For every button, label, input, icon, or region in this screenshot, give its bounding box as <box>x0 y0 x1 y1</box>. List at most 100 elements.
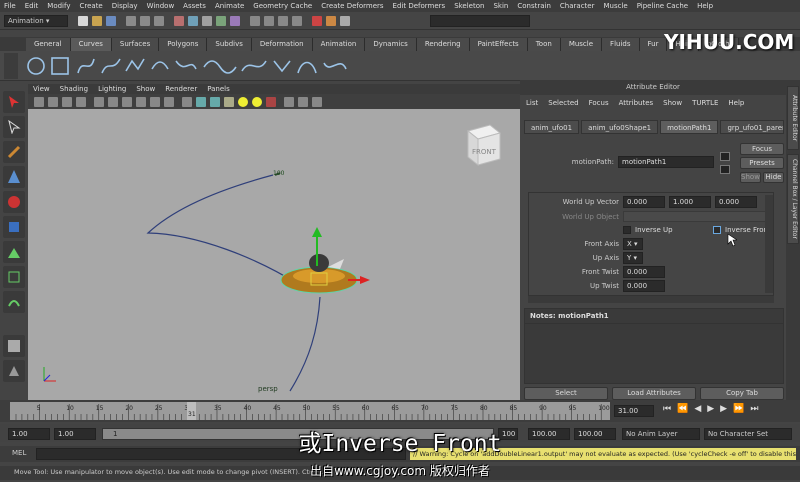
select-hierarchy-icon[interactable] <box>126 15 136 26</box>
menu-modify[interactable]: Modify <box>47 0 70 12</box>
shelf-tab-animation[interactable]: Animation <box>312 37 366 51</box>
inverse-front-checkbox[interactable] <box>713 226 721 234</box>
current-frame-field[interactable]: 31.00 <box>614 405 654 417</box>
selection-mask-4-icon[interactable] <box>216 15 226 26</box>
menu-geometry-cache[interactable]: Geometry Cache <box>253 0 312 12</box>
go-to-end-icon[interactable]: ⏭ <box>750 404 758 414</box>
snap-plane-icon[interactable] <box>292 15 302 26</box>
select-tool-icon[interactable] <box>3 91 25 113</box>
shelf-tab-fluids[interactable]: Fluids <box>602 37 640 51</box>
time-slider[interactable]: 5101520253035404550556065707580859095100… <box>0 400 800 422</box>
layout-graph-icon[interactable] <box>3 360 25 382</box>
shelf-tab-subdivs[interactable]: Subdivs <box>207 37 252 51</box>
tab-anim-ufo0shape1[interactable]: anim_ufo0Shape1 <box>581 120 659 134</box>
safe-title-icon[interactable] <box>164 96 174 107</box>
ae-menu-selected[interactable]: Selected <box>548 95 578 111</box>
tab-motionpath1[interactable]: motionPath1 <box>660 120 719 134</box>
menu-create[interactable]: Create <box>79 0 102 12</box>
snap-curve-icon[interactable] <box>264 15 274 26</box>
shelf-tab-muscle[interactable]: Muscle <box>560 37 603 51</box>
notes-panel[interactable]: Notes: motionPath1 <box>524 308 784 384</box>
range-slider-end-label[interactable]: 100 <box>498 428 518 440</box>
menu-constrain[interactable]: Constrain <box>517 0 551 12</box>
shadows-icon[interactable] <box>252 96 262 107</box>
curve-tools-icons[interactable] <box>26 53 366 79</box>
load-attributes-button[interactable]: Load Attributes <box>612 387 696 400</box>
playback-end-field[interactable]: 100.00 <box>528 428 570 440</box>
shelf-tab-surfaces[interactable]: Surfaces <box>111 37 160 51</box>
menu-window[interactable]: Window <box>147 0 175 12</box>
scale-tool-icon[interactable] <box>3 216 25 238</box>
prev-key-icon[interactable]: ◀ <box>694 404 701 414</box>
shelf-tab-dynamics[interactable]: Dynamics <box>365 37 417 51</box>
ipr-render-icon[interactable] <box>326 15 336 26</box>
range-slider[interactable]: 1 <box>102 428 494 440</box>
panel-menu-panels[interactable]: Panels <box>207 84 230 94</box>
world-up-vector-x[interactable]: 0.000 <box>623 196 665 208</box>
film-gate-icon[interactable] <box>108 96 118 107</box>
playback-start-field[interactable]: 1.00 <box>54 428 96 440</box>
bookmark-icon[interactable] <box>62 96 72 107</box>
menu-pipeline-cache[interactable]: Pipeline Cache <box>637 0 688 12</box>
tab-grp-ufo01-parentc[interactable]: grp_ufo01_parentC <box>720 120 784 134</box>
panel-menu-renderer[interactable]: Renderer <box>165 84 197 94</box>
grid-icon[interactable] <box>94 96 104 107</box>
menu-create-deformers[interactable]: Create Deformers <box>321 0 383 12</box>
menu-skin[interactable]: Skin <box>493 0 508 12</box>
snap-grid-icon[interactable] <box>250 15 260 26</box>
step-back-icon[interactable]: ⏪ <box>677 404 688 414</box>
step-forward-icon[interactable]: ⏩ <box>733 404 744 414</box>
lasso-tool-icon[interactable] <box>3 116 25 138</box>
ae-menu-turtle[interactable]: TURTLE <box>692 95 718 111</box>
inverse-up-checkbox[interactable] <box>623 226 631 234</box>
focus-button[interactable]: Focus <box>740 143 784 155</box>
panel-menu-shading[interactable]: Shading <box>60 84 88 94</box>
manipulator-tool-icon[interactable] <box>3 241 25 263</box>
image-plane-icon[interactable] <box>76 96 86 107</box>
wireframe-icon[interactable] <box>182 96 192 107</box>
go-to-start-icon[interactable]: ⏮ <box>663 404 671 414</box>
select-button[interactable]: Select <box>524 387 608 400</box>
focus-node-icon[interactable] <box>720 152 730 161</box>
menu-character[interactable]: Character <box>560 0 595 12</box>
gate-mask-icon[interactable] <box>136 96 146 107</box>
isolate-select-icon[interactable] <box>284 96 294 107</box>
world-up-vector-y[interactable]: 1.000 <box>669 196 711 208</box>
up-axis-dropdown[interactable]: Y ▾ <box>623 252 643 264</box>
camera-attr-icon[interactable] <box>48 96 58 107</box>
save-scene-icon[interactable] <box>106 15 116 26</box>
shelf-tab-painteffects[interactable]: PaintEffects <box>469 37 528 51</box>
high-quality-icon[interactable] <box>266 96 276 107</box>
next-key-icon[interactable]: ▶ <box>720 404 727 414</box>
ae-menu-list[interactable]: List <box>526 95 538 111</box>
lighting-icon[interactable] <box>238 96 248 107</box>
ae-menu-show[interactable]: Show <box>663 95 682 111</box>
tab-anim-ufo01[interactable]: anim_ufo01 <box>524 120 580 134</box>
end-time-field[interactable]: 100.00 <box>574 428 616 440</box>
mel-input[interactable] <box>36 448 406 460</box>
render-settings-icon[interactable] <box>340 15 350 26</box>
layout-persp-outliner-icon[interactable] <box>3 335 25 357</box>
textured-icon[interactable] <box>224 96 234 107</box>
smooth-shade-icon[interactable] <box>196 96 206 107</box>
select-object-icon[interactable] <box>140 15 150 26</box>
shelf-tab-deformation[interactable]: Deformation <box>251 37 313 51</box>
wireframe-on-shaded-icon[interactable] <box>210 96 220 107</box>
rotate-tool-icon[interactable] <box>3 191 25 213</box>
side-tab-attribute-editor[interactable]: Attribute Editor <box>787 86 799 150</box>
anim-layer-dropdown[interactable]: No Anim Layer <box>622 428 700 440</box>
snap-point-icon[interactable] <box>278 15 288 26</box>
time-ruler[interactable]: 5101520253035404550556065707580859095100… <box>10 402 610 420</box>
play-forward-icon[interactable]: ▶ <box>707 404 714 414</box>
menu-skeleton[interactable]: Skeleton <box>454 0 484 12</box>
ae-menu-help[interactable]: Help <box>728 95 744 111</box>
ae-vertical-scrollbar[interactable] <box>765 195 773 293</box>
go-to-output-icon[interactable] <box>720 165 730 174</box>
front-twist-field[interactable]: 0.000 <box>623 266 665 278</box>
safe-action-icon[interactable] <box>150 96 160 107</box>
start-time-field[interactable]: 1.00 <box>8 428 50 440</box>
paint-select-tool-icon[interactable] <box>3 141 25 163</box>
xray-icon[interactable] <box>298 96 308 107</box>
shelf-options-icon[interactable] <box>4 52 18 79</box>
new-scene-icon[interactable] <box>78 15 88 26</box>
